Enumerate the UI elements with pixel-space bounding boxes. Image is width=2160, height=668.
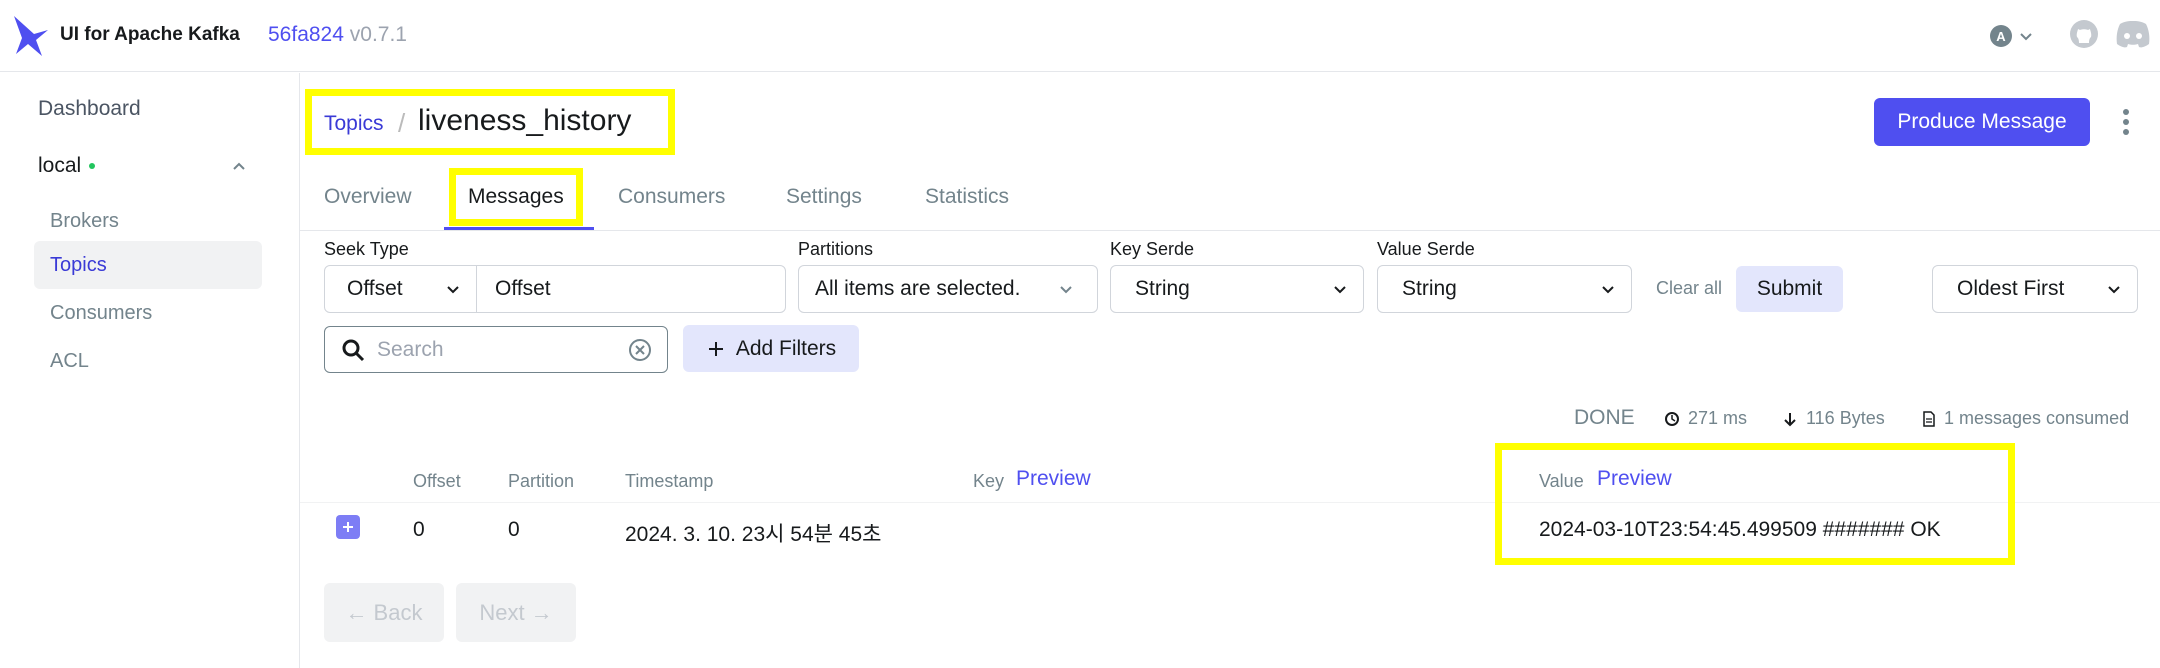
seek-type-label: Seek Type xyxy=(324,239,409,259)
value-serde-value: String xyxy=(1402,277,1457,300)
status-elapsed-value: 271 ms xyxy=(1688,408,1748,428)
search-icon xyxy=(342,339,365,362)
value-serde-label: Value Serde xyxy=(1377,239,1475,259)
commit-hash-link[interactable]: 56fa824 xyxy=(268,23,344,46)
chevron-up-icon[interactable] xyxy=(230,157,248,175)
tab-consumers[interactable]: Consumers xyxy=(618,185,725,209)
tab-statistics[interactable]: Statistics xyxy=(925,185,1009,209)
user-menu[interactable]: A xyxy=(1990,22,2034,50)
chevron-down-icon xyxy=(2020,33,2032,41)
chevron-down-icon xyxy=(1060,286,1072,294)
status-elapsed: 271 ms xyxy=(1664,408,1747,429)
version-label: v0.7.1 xyxy=(349,23,407,46)
value-highlight xyxy=(1495,443,2015,565)
github-icon[interactable] xyxy=(2068,18,2100,50)
cluster-name: local xyxy=(38,154,82,177)
app-title[interactable]: UI for Apache Kafka xyxy=(60,22,240,48)
sort-order-value: Oldest First xyxy=(1957,277,2065,300)
column-key: Key xyxy=(973,471,1005,491)
sidebar-item-consumers[interactable]: Consumers xyxy=(34,289,262,337)
chevron-down-icon xyxy=(1334,286,1346,294)
clear-search-icon[interactable] xyxy=(628,338,652,362)
chevron-down-icon xyxy=(1602,286,1614,294)
plus-icon xyxy=(708,341,723,356)
row-partition: 0 xyxy=(508,518,520,541)
column-timestamp: Timestamp xyxy=(625,471,714,491)
status-bytes-value: 116 Bytes xyxy=(1806,408,1885,428)
add-filters-label: Add Filters xyxy=(735,336,837,360)
sidebar: Dashboard local Brokers Topics Consumers… xyxy=(0,73,300,668)
sidebar-item-topics[interactable]: Topics xyxy=(34,241,262,289)
partitions-select[interactable]: All items are selected. xyxy=(798,265,1098,313)
arrow-left-icon: ← xyxy=(345,599,368,625)
online-status-dot xyxy=(89,163,96,169)
clear-all-button[interactable]: Clear all xyxy=(1656,278,1722,299)
status-state: DONE xyxy=(1574,406,1635,429)
seek-type-select[interactable]: Offset xyxy=(324,265,477,313)
version-info: 56fa824 v0.7.1 xyxy=(268,21,407,49)
next-label: Next xyxy=(479,599,525,625)
sidebar-item-acl[interactable]: ACL xyxy=(34,337,262,385)
expand-row-button[interactable] xyxy=(336,515,360,539)
row-timestamp: 2024. 3. 10. 23시 54분 45초 xyxy=(625,523,882,546)
add-filters-button[interactable]: Add Filters xyxy=(683,325,859,372)
status-bytes: 116 Bytes xyxy=(1782,408,1885,429)
arrow-right-icon: → xyxy=(530,599,553,625)
value-serde-select[interactable]: String xyxy=(1377,265,1632,313)
discord-icon[interactable] xyxy=(2114,18,2152,50)
status-consumed-value: 1 messages consumed xyxy=(1944,408,2130,428)
avatar: A xyxy=(1990,25,2012,47)
status-consumed: 1 messages consumed xyxy=(1922,408,2129,429)
back-button[interactable]: ← Back xyxy=(324,583,444,642)
tabs-divider xyxy=(300,230,2160,231)
key-serde-select[interactable]: String xyxy=(1110,265,1364,313)
key-preview-link[interactable]: Preview xyxy=(1016,467,1091,491)
tab-highlight xyxy=(449,168,583,226)
plus-icon xyxy=(343,522,353,532)
more-options-icon[interactable] xyxy=(2118,106,2134,138)
row-offset: 0 xyxy=(413,518,425,541)
partitions-value: All items are selected. xyxy=(815,277,1021,300)
sidebar-item-dashboard[interactable]: Dashboard xyxy=(38,97,141,121)
offset-input[interactable] xyxy=(476,265,786,313)
seek-type-value: Offset xyxy=(347,277,403,300)
tab-overview[interactable]: Overview xyxy=(324,185,412,209)
chevron-down-icon xyxy=(447,286,459,294)
arrow-down-icon xyxy=(1784,412,1796,426)
breadcrumb-highlight xyxy=(305,89,675,155)
clock-icon xyxy=(1665,411,1679,426)
search-field[interactable] xyxy=(324,326,668,373)
back-label: Back xyxy=(373,599,423,625)
next-button[interactable]: Next → xyxy=(456,583,576,642)
key-serde-label: Key Serde xyxy=(1110,239,1195,259)
chevron-down-icon xyxy=(2108,286,2120,294)
tab-settings[interactable]: Settings xyxy=(786,185,862,209)
document-icon xyxy=(1923,410,1935,427)
top-bar: UI for Apache Kafka 56fa824 v0.7.1 A xyxy=(0,0,2160,72)
sidebar-cluster-local[interactable]: local xyxy=(38,154,96,178)
sidebar-item-brokers[interactable]: Brokers xyxy=(34,197,262,245)
search-input[interactable] xyxy=(377,335,617,365)
key-serde-value: String xyxy=(1135,277,1190,300)
produce-message-button[interactable]: Produce Message xyxy=(1874,98,2090,146)
active-tab-indicator xyxy=(444,227,594,230)
logo-icon[interactable] xyxy=(12,14,50,58)
column-partition: Partition xyxy=(508,471,575,491)
sort-order-select[interactable]: Oldest First xyxy=(1932,265,2138,313)
partitions-label: Partitions xyxy=(798,239,874,259)
column-offset: Offset xyxy=(413,471,461,491)
submit-button[interactable]: Submit xyxy=(1736,266,1843,312)
